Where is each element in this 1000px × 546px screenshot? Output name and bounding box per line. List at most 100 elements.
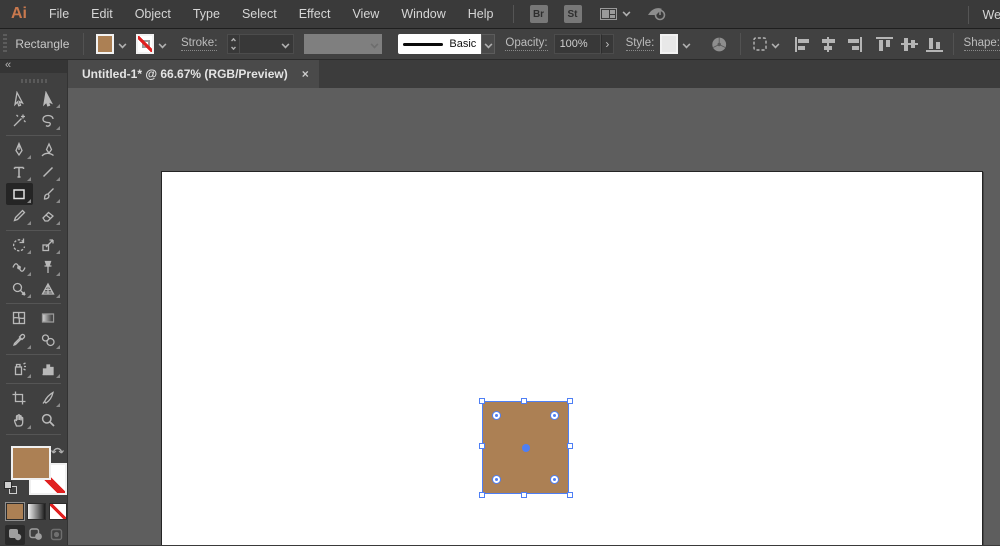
opacity-input[interactable]: 100% xyxy=(554,34,602,54)
tool-pen[interactable] xyxy=(6,139,33,161)
arrange-documents-chevron-icon[interactable] xyxy=(622,9,630,17)
tool-rectangle[interactable] xyxy=(6,183,33,205)
draw-inside-button[interactable] xyxy=(47,525,67,545)
tool-scale[interactable] xyxy=(35,234,62,256)
fill-proxy-swatch[interactable] xyxy=(11,446,51,480)
stroke-color-chevron-icon[interactable] xyxy=(156,34,169,54)
stroke-color-swatch[interactable] xyxy=(136,34,154,54)
menu-file[interactable]: File xyxy=(38,0,80,29)
tool-perspective-grid[interactable] xyxy=(35,278,62,300)
recolor-artwork-icon[interactable] xyxy=(711,35,727,54)
menu-object[interactable]: Object xyxy=(124,0,182,29)
tool-type[interactable] xyxy=(6,161,33,183)
tool-slice[interactable] xyxy=(35,387,62,409)
fill-color-swatch[interactable] xyxy=(96,34,114,54)
none-button[interactable] xyxy=(49,503,67,520)
tool-eraser[interactable] xyxy=(35,205,62,227)
tool-symbol-sprayer[interactable] xyxy=(6,358,33,380)
menu-type[interactable]: Type xyxy=(182,0,231,29)
align-horizontal-center-button[interactable] xyxy=(820,37,837,52)
select-similar-chevron-icon[interactable] xyxy=(771,40,779,48)
tool-mesh[interactable] xyxy=(6,307,33,329)
style-label[interactable]: Style: xyxy=(626,37,655,51)
align-left-button[interactable] xyxy=(795,37,812,52)
gradient-button[interactable] xyxy=(27,503,45,520)
style-chevron-icon[interactable] xyxy=(680,34,693,54)
shape-label[interactable]: Shape: xyxy=(964,37,1000,51)
tool-rotate[interactable] xyxy=(6,234,33,256)
selection-handle-top-left[interactable] xyxy=(479,398,485,404)
fill-color-chevron-icon[interactable] xyxy=(116,34,129,54)
tool-width[interactable] xyxy=(6,256,33,278)
menu-effect[interactable]: Effect xyxy=(288,0,342,29)
workspace-switcher[interactable]: Web xyxy=(968,0,1000,29)
tab-close-icon[interactable]: × xyxy=(302,67,309,81)
tool-hand[interactable] xyxy=(6,409,33,431)
draw-normal-button[interactable] xyxy=(5,525,25,545)
select-similar-objects-button[interactable] xyxy=(751,36,779,52)
menu-select[interactable]: Select xyxy=(231,0,288,29)
tool-blend[interactable] xyxy=(35,329,62,351)
stroke-weight-chevron-icon[interactable] xyxy=(282,40,290,48)
draw-behind-button[interactable] xyxy=(26,525,46,545)
corner-radius-widget-bottom-right[interactable] xyxy=(550,475,559,484)
align-bottom-button[interactable] xyxy=(926,37,943,52)
corner-radius-widget-bottom-left[interactable] xyxy=(492,475,501,484)
brush-definition-field[interactable]: Basic xyxy=(398,34,481,54)
align-right-button[interactable] xyxy=(845,37,862,52)
stock-button[interactable]: St xyxy=(564,5,582,23)
menu-edit[interactable]: Edit xyxy=(80,0,124,29)
swap-fill-stroke-icon[interactable] xyxy=(51,444,64,456)
gpu-performance-icon[interactable] xyxy=(646,5,668,23)
tool-line-segment[interactable] xyxy=(35,161,62,183)
tool-shape-builder[interactable] xyxy=(6,278,33,300)
tool-eyedropper[interactable] xyxy=(6,329,33,351)
tool-selection[interactable] xyxy=(6,88,33,110)
stepper-down-icon[interactable] xyxy=(231,45,236,50)
object-center-point[interactable] xyxy=(522,444,530,452)
stroke-weight-dropdown[interactable] xyxy=(240,34,294,54)
opacity-popup-arrow[interactable]: › xyxy=(601,34,613,54)
selection-handle-middle-left[interactable] xyxy=(479,443,485,449)
tool-zoom[interactable] xyxy=(35,409,62,431)
tool-direct-selection[interactable] xyxy=(35,88,62,110)
selection-handle-top-right[interactable] xyxy=(567,398,573,404)
tool-shaper[interactable] xyxy=(6,205,33,227)
tool-column-graph[interactable] xyxy=(35,358,62,380)
menu-window[interactable]: Window xyxy=(390,0,456,29)
selection-handle-top-center[interactable] xyxy=(521,398,527,404)
selected-rectangle-object[interactable] xyxy=(483,402,568,493)
color-button[interactable] xyxy=(6,503,24,520)
tool-gradient[interactable] xyxy=(35,307,62,329)
tool-lasso[interactable] xyxy=(35,110,62,132)
corner-radius-widget-top-right[interactable] xyxy=(550,411,559,420)
tool-puppet-warp[interactable] xyxy=(35,256,62,278)
selection-handle-bottom-center[interactable] xyxy=(521,492,527,498)
align-top-button[interactable] xyxy=(876,37,893,52)
tool-magic-wand[interactable] xyxy=(6,110,33,132)
tools-collapse-button[interactable]: « xyxy=(0,60,67,73)
brush-definition-chevron-icon[interactable] xyxy=(481,34,495,54)
artboard[interactable] xyxy=(161,171,983,545)
tool-artboard[interactable] xyxy=(6,387,33,409)
stroke-weight-stepper[interactable] xyxy=(227,34,239,54)
stroke-weight-label[interactable]: Stroke: xyxy=(181,37,217,51)
bridge-button[interactable]: Br xyxy=(530,5,548,23)
stepper-up-icon[interactable] xyxy=(231,38,236,43)
workspace-label[interactable]: Web xyxy=(983,8,1000,22)
opacity-label[interactable]: Opacity: xyxy=(505,37,547,51)
selection-handle-middle-right[interactable] xyxy=(567,443,573,449)
arrange-documents-icon[interactable] xyxy=(600,8,617,20)
panel-grip-handle[interactable] xyxy=(3,34,7,54)
align-vertical-center-button[interactable] xyxy=(901,37,918,52)
selection-handle-bottom-right[interactable] xyxy=(567,492,573,498)
menu-help[interactable]: Help xyxy=(457,0,505,29)
default-fill-stroke-icon[interactable] xyxy=(4,481,17,494)
canvas-pasteboard[interactable] xyxy=(68,88,1000,545)
tools-grip-handle[interactable] xyxy=(21,79,47,83)
menu-view[interactable]: View xyxy=(341,0,390,29)
corner-radius-widget-top-left[interactable] xyxy=(492,411,501,420)
tool-curvature[interactable] xyxy=(35,139,62,161)
selection-handle-bottom-left[interactable] xyxy=(479,492,485,498)
document-tab[interactable]: Untitled-1* @ 66.67% (RGB/Preview) × xyxy=(68,60,319,88)
